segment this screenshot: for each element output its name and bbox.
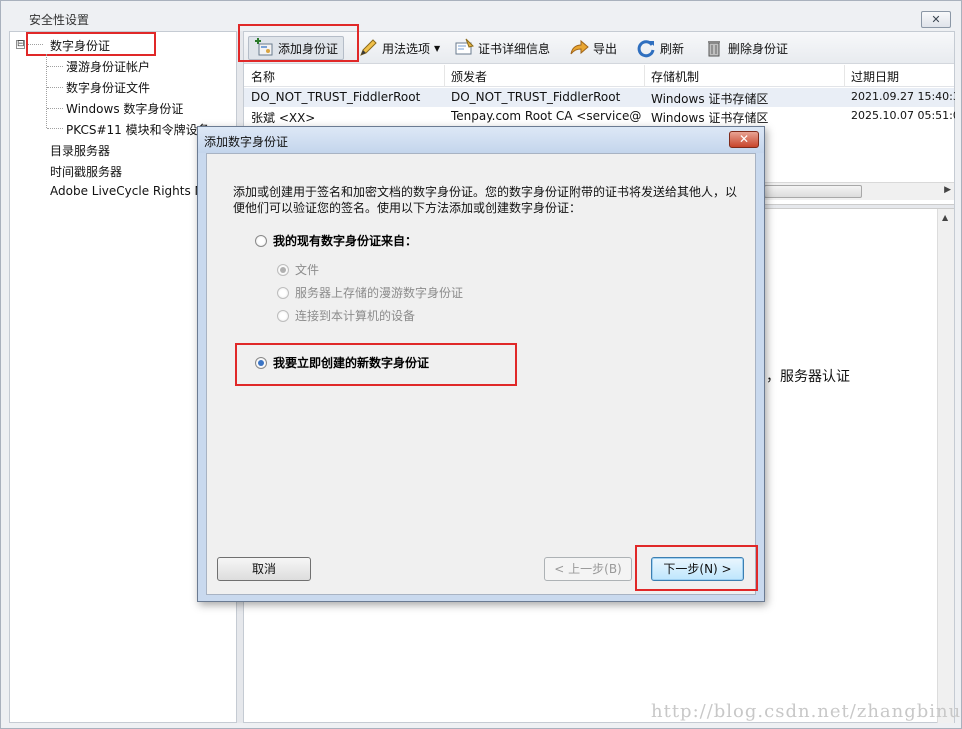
column-header-expiry[interactable]: 过期日期 bbox=[851, 68, 899, 85]
tree-item-timestamp-servers[interactable]: 时间戳服务器 bbox=[50, 163, 122, 180]
window-close-button[interactable]: ✕ bbox=[921, 11, 951, 28]
back-button[interactable]: < 上一步(B) bbox=[544, 557, 632, 581]
radio-circle-icon bbox=[277, 263, 289, 276]
scroll-up-icon[interactable]: ▲ bbox=[942, 213, 948, 222]
cell-storage: Windows 证书存储区 bbox=[651, 92, 769, 106]
radio-roaming-label: 服务器上存储的漫游数字身份证 bbox=[295, 286, 464, 300]
dialog-titlebar[interactable]: 添加数字身份证 ✕ bbox=[198, 127, 764, 153]
column-divider[interactable] bbox=[644, 65, 645, 87]
trash-icon bbox=[704, 38, 724, 58]
dialog-title: 添加数字身份证 bbox=[204, 135, 289, 149]
dropdown-arrow-icon: ▼ bbox=[434, 43, 441, 53]
cert-details-label: 证书详细信息 bbox=[478, 41, 551, 56]
column-header-issuer[interactable]: 颁发者 bbox=[451, 68, 487, 85]
table-row[interactable]: 张斌 <XX> Tenpay.com Root CA <service@t...… bbox=[244, 107, 955, 126]
remove-id-button[interactable]: 删除身份证 bbox=[704, 36, 788, 60]
column-header-storage[interactable]: 存储机制 bbox=[651, 68, 699, 85]
cell-name: 张斌 <XX> bbox=[251, 111, 316, 125]
export-arrow-icon bbox=[569, 38, 589, 58]
tree-item-roaming-accounts[interactable]: 漫游身份证帐户 bbox=[66, 58, 150, 75]
collapse-icon[interactable]: ⊟ bbox=[16, 40, 25, 49]
refresh-button[interactable]: 刷新 bbox=[636, 36, 684, 60]
tree-connector bbox=[47, 108, 63, 109]
tree-connector bbox=[47, 66, 63, 67]
radio-roaming[interactable]: 服务器上存储的漫游数字身份证 bbox=[277, 284, 463, 301]
table-row[interactable]: DO_NOT_TRUST_FiddlerRoot DO_NOT_TRUST_Fi… bbox=[244, 88, 955, 107]
dialog-body: 添加或创建用于签名和加密文档的数字身份证。您的数字身份证附带的证书将发送给其他人… bbox=[206, 153, 758, 595]
cert-details-button[interactable]: 证书详细信息 bbox=[454, 36, 550, 60]
radio-file-label: 文件 bbox=[295, 263, 320, 277]
radio-circle-icon bbox=[277, 309, 289, 322]
scrollbar-thumb[interactable] bbox=[764, 185, 862, 198]
tree-connector bbox=[47, 128, 63, 129]
radio-device[interactable]: 连接到本计算机的设备 bbox=[277, 307, 415, 324]
watermark: http://blog.csdn.net/zhangbinu bbox=[651, 701, 962, 722]
cell-name: DO_NOT_TRUST_FiddlerRoot bbox=[251, 90, 421, 104]
toolbar: 添加身份证 用法选项 ▼ 证书详细信息 导出 刷新 删除身份证 bbox=[238, 24, 954, 64]
cell-issuer: DO_NOT_TRUST_FiddlerRoot bbox=[451, 90, 621, 104]
tree-connector bbox=[47, 87, 63, 88]
add-digital-id-dialog: 添加数字身份证 ✕ 添加或创建用于签名和加密文档的数字身份证。您的数字身份证附带… bbox=[197, 126, 765, 602]
highlight-next bbox=[635, 545, 758, 591]
usage-options-button[interactable]: 用法选项 ▼ bbox=[358, 36, 440, 60]
highlight-new-id bbox=[235, 343, 517, 386]
highlight-add-id bbox=[238, 24, 359, 62]
usage-options-label: 用法选项 bbox=[382, 41, 431, 56]
scroll-right-icon[interactable]: ▶ bbox=[944, 185, 951, 195]
cell-issuer: Tenpay.com Root CA <service@t... bbox=[451, 109, 641, 123]
radio-device-label: 连接到本计算机的设备 bbox=[295, 309, 416, 323]
column-divider[interactable] bbox=[844, 65, 845, 87]
radio-circle-icon bbox=[277, 286, 289, 299]
cancel-button[interactable]: 取消 bbox=[217, 557, 311, 581]
cell-expiry: 2025.10.07 05:51:01 Z bbox=[851, 109, 955, 122]
dialog-description: 添加或创建用于签名和加密文档的数字身份证。您的数字身份证附带的证书将发送给其他人… bbox=[233, 185, 738, 215]
column-header-name[interactable]: 名称 bbox=[251, 68, 275, 85]
column-divider[interactable] bbox=[444, 65, 445, 87]
radio-file[interactable]: 文件 bbox=[277, 261, 319, 278]
detail-text: ，服务器认证 bbox=[766, 369, 850, 385]
cell-storage: Windows 证书存储区 bbox=[651, 111, 769, 125]
vertical-scrollbar[interactable]: ▲ bbox=[937, 209, 954, 723]
highlight-digital-ids bbox=[26, 32, 156, 56]
dialog-close-button[interactable]: ✕ bbox=[729, 131, 759, 148]
export-button[interactable]: 导出 bbox=[569, 36, 617, 60]
tree-item-directory-servers[interactable]: 目录服务器 bbox=[50, 142, 110, 159]
tree-item-id-files[interactable]: 数字身份证文件 bbox=[66, 79, 150, 96]
cell-expiry: 2021.09.27 15:40:36 Z bbox=[851, 90, 955, 103]
pen-icon bbox=[358, 38, 378, 58]
remove-id-label: 删除身份证 bbox=[728, 41, 789, 56]
radio-circle-icon bbox=[255, 234, 267, 247]
tree-item-windows-ids[interactable]: Windows 数字身份证 bbox=[66, 100, 183, 117]
export-label: 导出 bbox=[593, 41, 618, 56]
tree-item-pkcs11[interactable]: PKCS#11 模块和令牌设备 bbox=[66, 121, 210, 138]
window-title: 安全性设置 bbox=[29, 13, 90, 27]
refresh-label: 刷新 bbox=[660, 41, 685, 56]
radio-existing-id[interactable]: 我的现有数字身份证来自： bbox=[255, 232, 417, 249]
radio-existing-id-label: 我的现有数字身份证来自： bbox=[273, 234, 418, 248]
table-header: 名称 颁发者 存储机制 过期日期 bbox=[244, 65, 954, 87]
certificate-icon bbox=[454, 38, 474, 58]
refresh-icon bbox=[636, 38, 656, 58]
